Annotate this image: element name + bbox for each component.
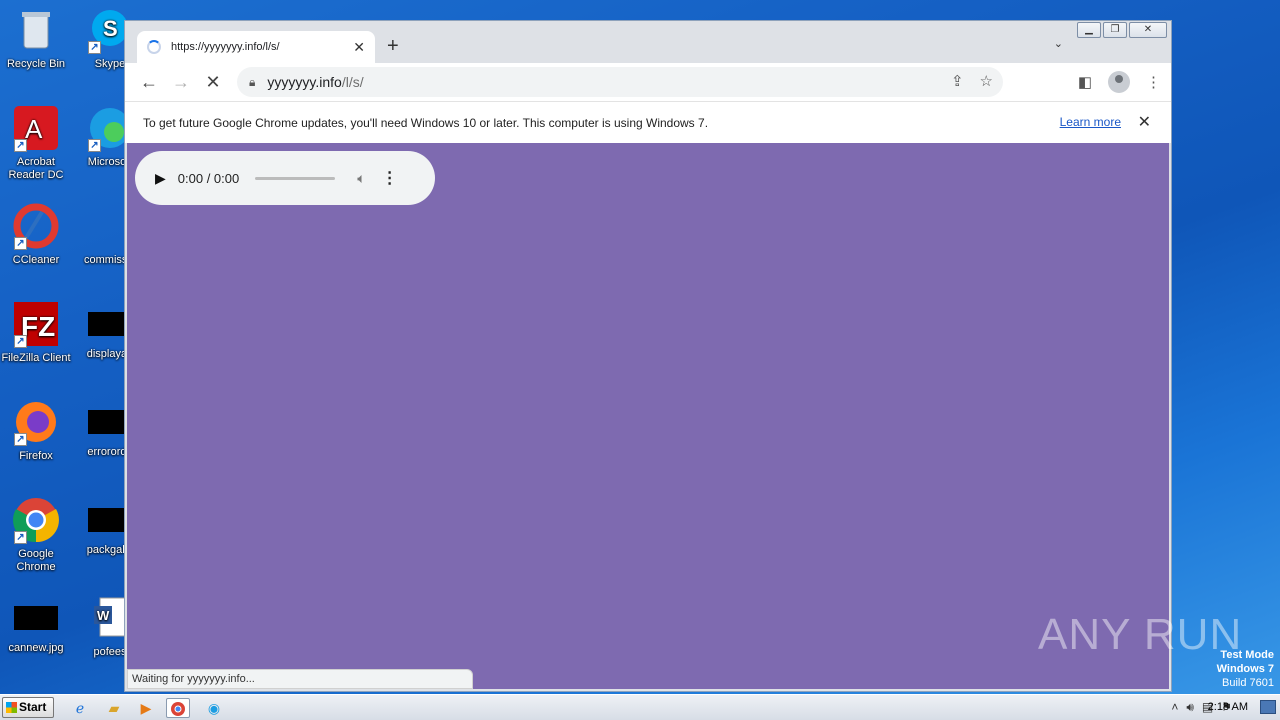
desktop-icon-acrobat[interactable]: A ↗ Acrobat Reader DC [0,104,74,182]
chrome-window: ▁ ❐ ✕ https://yyyyyyy.info/l/s/ ✕ + ⌄ ← … [124,20,1172,692]
menu-kebab-icon[interactable]: ⋮ [1146,73,1161,91]
audio-progress-slider[interactable] [255,176,336,180]
infobar-message: To get future Google Chrome updates, you… [143,115,709,130]
update-infobar: To get future Google Chrome updates, you… [125,101,1171,143]
tab-close-icon[interactable]: ✕ [353,39,365,56]
file-explorer-icon[interactable]: ▰ [102,698,126,718]
learn-more-link[interactable]: Learn more [1060,115,1121,129]
desktop-icon-ccleaner[interactable]: ↗ CCleaner [0,202,74,267]
windows-logo-icon [6,702,17,713]
anyrun-watermark: ANY RUN [1038,610,1243,659]
edge-taskbar-icon[interactable]: ◉ [202,698,226,718]
shortcut-arrow-icon: ↗ [14,531,27,544]
lock-icon[interactable]: 🔒︎ [249,75,255,90]
play-icon[interactable]: ▶ [155,170,166,187]
tray-expand-icon[interactable]: ˄ [1171,700,1178,715]
shortcut-arrow-icon: ↗ [88,41,101,54]
internet-explorer-icon[interactable]: ℯ [68,698,92,718]
restore-button[interactable]: ❐ [1103,22,1127,38]
stop-loading-button[interactable]: ✕ [197,72,229,93]
recycle-bin-icon [12,6,60,54]
firefox-icon: ↗ [12,398,60,446]
acrobat-reader-icon: A ↗ [12,104,60,152]
page-content: ▶ 0:00 / 0:00 🔈︎ ⋮ [127,143,1169,689]
taskbar: Start ℯ ▰ ▶ ◉ ˄ 🔊︎ ▤ ⚑ 2:18 AM [0,694,1280,720]
shortcut-arrow-icon: ↗ [88,139,101,152]
shortcut-arrow-icon: ↗ [14,433,27,446]
profile-avatar[interactable] [1108,71,1130,93]
desktop-icon-cannew[interactable]: cannew.jpg [0,594,74,655]
desktop-icon-firefox[interactable]: ↗ Firefox [0,398,74,463]
minimize-button[interactable]: ▁ [1077,22,1101,38]
svg-text:W: W [97,608,110,623]
browser-tab[interactable]: https://yyyyyyy.info/l/s/ ✕ [137,31,375,63]
svg-text:S: S [103,16,118,41]
desktop-icon-recycle-bin[interactable]: Recycle Bin [0,6,74,71]
svg-text:A: A [25,114,43,144]
new-tab-button[interactable]: + [387,35,399,58]
start-button[interactable]: Start [2,697,54,718]
show-desktop-button[interactable] [1260,700,1276,714]
shortcut-arrow-icon: ↗ [14,139,27,152]
tab-title: https://yyyyyyy.info/l/s/ [171,41,280,53]
forward-button[interactable]: → [165,72,197,93]
audio-player: ▶ 0:00 / 0:00 🔈︎ ⋮ [135,151,435,205]
volume-icon[interactable]: 🔈︎ [357,170,365,187]
share-icon[interactable]: ⇪ [951,72,964,90]
desktop-icon-chrome[interactable]: ↗ Google Chrome [0,496,74,574]
shortcut-arrow-icon: ↗ [14,237,27,250]
audio-more-icon[interactable]: ⋮ [382,168,398,188]
chrome-taskbar-icon[interactable] [166,698,190,718]
audio-time: 0:00 / 0:00 [177,170,240,186]
back-button[interactable]: ← [133,72,165,93]
chrome-icon: ↗ [12,496,60,544]
infobar-close-icon[interactable]: ✕ [1138,112,1151,132]
desktop-icon-filezilla[interactable]: FZ ↗ FileZilla Client [0,300,74,365]
speaker-icon[interactable]: 🔊︎ [1186,700,1194,715]
tab-search-chevron-icon[interactable]: ⌄ [1054,37,1063,50]
ccleaner-icon: ↗ [12,202,60,250]
address-bar[interactable]: 🔒︎ yyyyyyy.info/l/s/ ⇪ ☆ [237,67,1003,97]
media-player-icon[interactable]: ▶ [134,698,158,718]
taskbar-clock[interactable]: 2:18 AM [1208,701,1248,713]
shortcut-arrow-icon: ↗ [14,335,27,348]
browser-toolbar: ← → ✕ 🔒︎ yyyyyyy.info/l/s/ ⇪ ☆ ◧ ⋮ [125,63,1171,101]
close-button[interactable]: ✕ [1129,22,1167,38]
bookmark-star-icon[interactable]: ☆ [980,72,993,90]
status-bubble: Waiting for yyyyyyy.info... [127,669,473,689]
test-mode-notice: Test Mode Windows 7 Build 7601 [1216,649,1274,689]
loading-spinner-icon [147,40,161,54]
image-icon [14,606,58,630]
side-panel-icon[interactable]: ◧ [1078,73,1092,91]
address-url: yyyyyyy.info/l/s/ [267,74,364,90]
filezilla-icon: FZ ↗ [12,300,60,348]
window-controls: ▁ ❐ ✕ [1077,22,1167,38]
